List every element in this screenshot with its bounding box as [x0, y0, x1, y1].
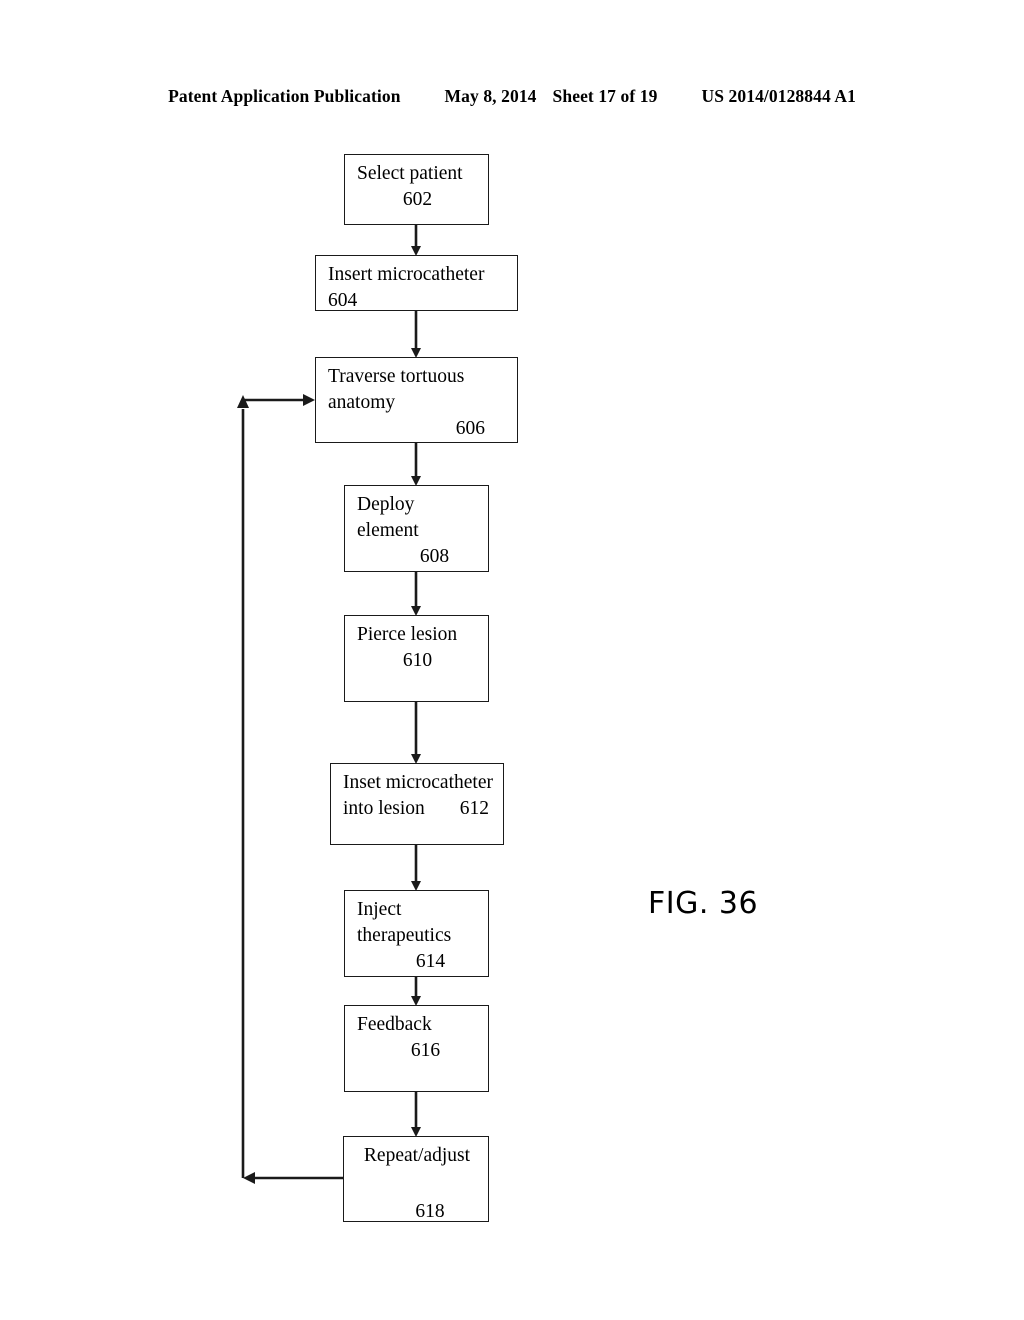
flowchart-connectors	[237, 225, 421, 1184]
flow-node-616-ref: 616	[410, 1039, 441, 1061]
flow-node-604[interactable]: Insert microcatheter 604	[315, 255, 518, 311]
flow-node-602-text-1: Select patient	[357, 163, 463, 184]
flow-node-616-text-1: Feedback	[357, 1014, 432, 1035]
flow-node-612-text-1: Inset microcatheter	[343, 772, 493, 793]
flow-node-602-ref: 602	[402, 188, 433, 210]
flow-node-608-text-2: element	[357, 519, 419, 541]
flow-node-608-ref: 608	[419, 545, 450, 567]
arrowhead-up-corner	[237, 395, 249, 408]
flow-node-608[interactable]: Deploy element 608	[344, 485, 489, 572]
flow-node-612[interactable]: Inset microcatheter into lesion 612	[330, 763, 504, 845]
flow-node-618-ref: 618	[415, 1200, 445, 1222]
flowchart: Select patient 602 Insert microcatheter …	[0, 0, 1024, 1320]
flow-node-604-text-1: Insert microcatheter	[328, 264, 485, 285]
flow-node-616[interactable]: Feedback 616	[344, 1005, 489, 1092]
flow-node-602[interactable]: Select patient 602	[344, 154, 489, 225]
edge-618-606-feedback	[241, 398, 343, 1180]
flow-node-618-text-1: Repeat/adjust	[363, 1145, 471, 1166]
flow-node-610-text-1: Pierce lesion	[357, 624, 458, 645]
flow-node-612-ref: 612	[459, 797, 489, 819]
flow-node-614-text-1: Inject	[357, 899, 402, 920]
flow-node-606-text-2: anatomy	[328, 391, 396, 413]
figure-label: FIG. 36	[648, 886, 759, 921]
flow-node-606-ref: 606	[455, 417, 485, 439]
flow-node-606[interactable]: Traverse tortuous anatomy 606	[315, 357, 518, 443]
flow-node-612-text-2: into lesion	[343, 797, 425, 819]
flow-node-606-text-1: Traverse tortuous	[328, 366, 465, 387]
flow-node-608-text-1: Deploy	[357, 494, 415, 515]
feedback-arrowheads	[237, 394, 315, 1184]
flow-node-618[interactable]: Repeat/adjust 618	[343, 1136, 489, 1222]
flow-node-610-ref: 610	[402, 649, 433, 671]
flow-node-614-ref: 614	[415, 950, 446, 972]
arrowhead-left-618	[243, 1172, 255, 1184]
patent-figure-page: Patent Application Publication May 8, 20…	[0, 0, 1024, 1320]
flow-node-614-text-2: therapeutics	[357, 924, 452, 946]
flow-node-610[interactable]: Pierce lesion 610	[344, 615, 489, 702]
flow-node-614[interactable]: Inject therapeutics 614	[344, 890, 489, 977]
arrowhead-right-606	[303, 394, 315, 406]
flow-node-604-ref: 604	[328, 289, 358, 311]
